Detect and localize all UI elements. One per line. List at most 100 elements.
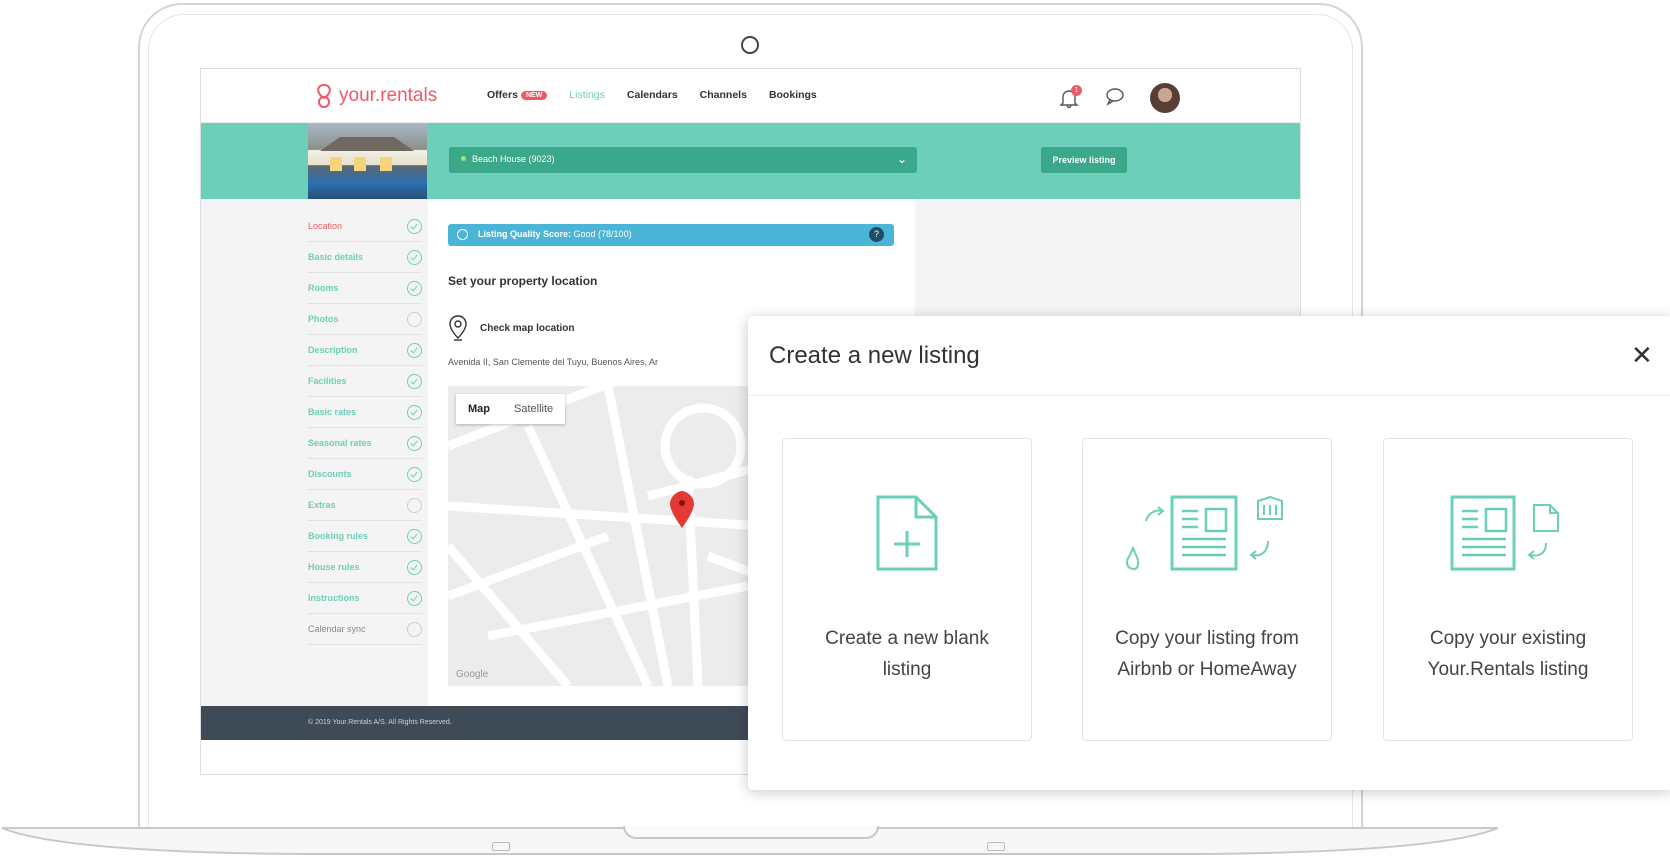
map-type-map[interactable]: Map [456,394,502,424]
usb-port-icon [987,842,1005,851]
laptop-notch [623,826,879,839]
sidebar-item-label: Booking rules [308,531,369,541]
property-select-value: Beach House (9023) [472,154,555,164]
logo-icon [317,83,331,108]
check-circle-icon [407,280,422,296]
sidebar-item[interactable]: Instructions [308,583,422,614]
quality-label: Listing Quality Score: [478,229,572,239]
sidebar-item-label: House rules [308,562,360,572]
nav-listings[interactable]: Listings [569,89,605,101]
copy-existing-listing-card[interactable]: Copy your existing Your.Rentals listing [1383,438,1633,741]
status-dot [461,156,466,161]
modal-header: Create a new listing ✕ [748,316,1670,396]
card-label: Create a new blank listing [825,628,989,680]
map-pin-icon [449,315,467,341]
create-blank-listing-card[interactable]: Create a new blank listing [782,438,1032,741]
sidebar-item-label: Discounts [308,469,352,479]
listing-sidebar: Location Basic details Rooms Photos Descript… [201,199,428,706]
address-text: Avenida II, San Clemente del Tuyu, Bueno… [448,357,658,367]
check-circle-icon [407,311,422,327]
nav-channels[interactable]: Channels [700,89,747,101]
check-circle-icon [407,249,422,265]
camera-icon [741,36,759,54]
nav-calendars[interactable]: Calendars [627,89,678,101]
check-circle-icon [407,373,422,389]
import-listing-card[interactable]: Copy your listing from Airbnb or HomeAwa… [1082,438,1332,741]
sidebar-item-label: Basic rates [308,407,357,417]
help-icon[interactable]: ? [869,227,884,242]
sidebar-item[interactable]: Basic details [308,242,422,273]
top-navigation: your.rentals Offers NEW Listings Calendar… [201,69,1300,123]
sidebar-item[interactable]: Description [308,335,422,366]
close-icon[interactable]: ✕ [1631,340,1653,371]
messages-button[interactable] [1104,85,1126,112]
quality-value: Good (78/100) [573,229,632,239]
main-nav: Offers NEW Listings Calendars Channels Bo… [487,89,817,101]
chevron-down-icon: ⌄ [896,152,907,166]
logo-text: your.rentals [339,85,438,106]
sidebar-item-label: Basic details [308,252,364,262]
new-badge: NEW [520,91,548,100]
modal-title: Create a new listing [769,342,980,369]
check-circle-icon [407,435,422,451]
nav-offers-label: Offers [487,89,518,101]
section-title: Set your property location [448,274,598,288]
check-circle-icon [407,466,422,482]
check-circle-icon [407,559,422,575]
import-listing-icon [1083,493,1331,583]
copy-listing-icon [1384,493,1632,583]
sidebar-item[interactable]: Calendar sync [308,614,422,645]
nav-offers[interactable]: Offers NEW [487,89,548,101]
sidebar-item-label: Facilities [308,376,347,386]
avatar[interactable] [1150,83,1180,113]
notification-count: 1 [1071,85,1082,96]
listing-header: Beach House (9023) ⌄ Preview listing [201,123,1300,199]
sidebar-item[interactable]: Basic rates [308,397,422,428]
map-type-satellite[interactable]: Satellite [502,394,565,424]
score-circle-icon [457,229,468,240]
check-circle-icon [407,528,422,544]
check-circle-icon [407,590,422,606]
sidebar-item[interactable]: Facilities [308,366,422,397]
check-map-label: Check map location [480,322,575,334]
card-label: Copy your existing Your.Rentals listing [1427,628,1589,680]
preview-listing-button[interactable]: Preview listing [1041,147,1127,173]
sidebar-item-label: Extras [308,500,336,510]
nav-bookings[interactable]: Bookings [769,89,817,101]
logo[interactable]: your.rentals [313,83,437,109]
sidebar-item[interactable]: Booking rules [308,521,422,552]
property-photo [308,123,427,199]
check-circle-icon [407,404,422,420]
property-select[interactable]: Beach House (9023) ⌄ [449,147,917,173]
sidebar-item-label: Photos [308,314,339,324]
sidebar-item[interactable]: Extras [308,490,422,521]
check-circle-icon [407,497,422,513]
sidebar-list: Location Basic details Rooms Photos Descript… [308,211,422,645]
sidebar-item[interactable]: Photos [308,304,422,335]
sidebar-item[interactable]: Rooms [308,273,422,304]
sidebar-item[interactable]: Seasonal rates [308,428,422,459]
sidebar-item-label: Description [308,345,358,355]
check-circle-icon [407,621,422,637]
map-watermark: Google [456,669,489,680]
sidebar-item[interactable]: Discounts [308,459,422,490]
sidebar-item-label: Calendar sync [308,624,366,634]
sidebar-item[interactable]: Location [308,211,422,242]
check-circle-icon [407,342,422,358]
quality-score-bar: Listing Quality Score: Good (78/100) ? [448,224,894,246]
map-type-toggle: Map Satellite [456,394,566,424]
chat-icon [1106,87,1124,106]
create-listing-modal: Create a new listing ✕ Create a new blan… [748,316,1670,790]
card-label: Copy your listing from Airbnb or HomeAwa… [1115,628,1299,680]
sidebar-item-label: Seasonal rates [308,438,372,448]
sidebar-item-label: Instructions [308,593,360,603]
sidebar-item-label: Rooms [308,283,339,293]
notifications-button[interactable]: 1 [1058,85,1082,109]
sidebar-item-label: Location [308,221,343,231]
sidebar-item[interactable]: House rules [308,552,422,583]
check-circle-icon [407,218,422,234]
top-icons: 1 [1058,83,1180,113]
new-document-icon [783,493,1031,583]
check-map-location[interactable]: Check map location [448,314,574,342]
usb-port-icon [492,842,510,851]
